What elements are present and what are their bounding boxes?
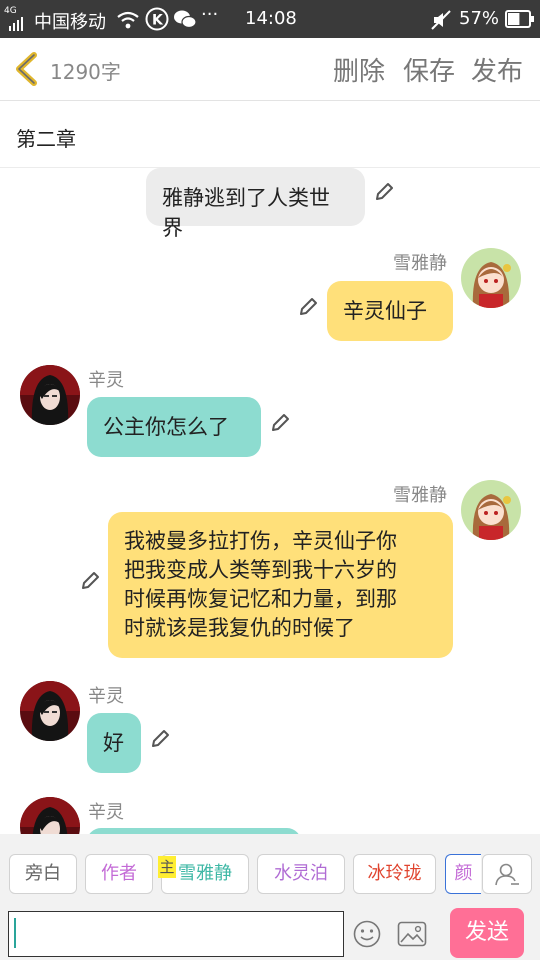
avatar[interactable] [20, 681, 80, 741]
image-icon[interactable] [397, 921, 427, 947]
wechat-icon [174, 10, 197, 29]
character-message-bubble[interactable]: 公主你怎么了 [87, 397, 261, 457]
chat-area[interactable]: 雅静逃到了人类世界 雪雅静 辛灵仙子 辛灵 公主你怎么了 雪雅静 我被曼多拉打伤… [0, 168, 540, 834]
text-caret [14, 918, 16, 948]
editor-header: 1290字 删除 保存 发布 [0, 38, 540, 101]
status-bar: 4G 中国移动 K ··· 14:08 57% [0, 0, 540, 38]
avatar[interactable] [20, 797, 80, 834]
avatar-girl-icon [461, 248, 521, 308]
k-app-icon: K [145, 7, 169, 31]
emoji-icon[interactable] [352, 919, 382, 949]
network-type: 4G [4, 6, 17, 16]
clock: 14:08 [245, 8, 297, 29]
wifi-icon [117, 11, 139, 29]
message-line: 时候再恢复记忆和力量，到那 [124, 587, 397, 611]
avatar[interactable] [20, 365, 80, 425]
user-message-bubble[interactable]: 辛灵仙子 [327, 281, 453, 341]
signal-icon [9, 17, 23, 31]
role-author[interactable]: 作者 [85, 854, 153, 894]
avatar[interactable] [461, 248, 521, 308]
avatar-dark-icon [20, 365, 80, 425]
save-button[interactable]: 保存 [403, 51, 455, 88]
character-message-bubble[interactable]: 好 [87, 713, 141, 773]
role-narrator[interactable]: 旁白 [9, 854, 77, 894]
chapter-title-row[interactable]: 第二章 [0, 101, 540, 168]
chapter-title[interactable]: 第二章 [16, 123, 76, 152]
edit-pencil-icon[interactable] [149, 728, 171, 750]
speaker-name: 辛灵 [88, 370, 124, 391]
add-role-button[interactable] [482, 854, 532, 894]
main-character-badge: 主 [158, 856, 176, 878]
svg-text:K: K [152, 13, 164, 29]
role-selector-bar: 旁白 作者 雪雅静 水灵泊 冰玲珑 颜 [0, 834, 540, 910]
publish-button[interactable]: 发布 [471, 51, 523, 88]
speaker-name: 雪雅静 [393, 253, 447, 274]
avatar-dark-icon [20, 797, 80, 834]
message-line: 把我变成人类等到我十六岁的 [124, 558, 397, 582]
more-notifications: ··· [201, 4, 219, 25]
user-message-bubble[interactable]: 我被曼多拉打伤，辛灵仙子你 把我变成人类等到我十六岁的 时候再恢复记忆和力量，到… [108, 512, 453, 658]
role-shui-lingbo[interactable]: 水灵泊 [257, 854, 345, 894]
carrier-name: 中国移动 [34, 12, 106, 33]
delete-button[interactable]: 删除 [333, 51, 385, 88]
speaker-name: 辛灵 [88, 686, 124, 707]
battery-percent: 57% [459, 8, 500, 29]
send-button[interactable]: 发送 [450, 908, 524, 958]
speaker-name: 辛灵 [88, 802, 124, 823]
message-text: 辛灵仙子 [343, 299, 427, 323]
message-line: 我被曼多拉打伤，辛灵仙子你 [124, 529, 397, 553]
message-text: 好 [103, 731, 124, 755]
edit-pencil-icon[interactable] [269, 412, 291, 434]
edit-pencil-icon[interactable] [373, 181, 395, 203]
message-line: 时就该是我复仇的时候了 [124, 616, 355, 640]
message-text: 雅静逃到了人类世界 [162, 186, 330, 240]
avatar[interactable] [461, 480, 521, 540]
mute-icon [431, 10, 451, 30]
speaker-name: 雪雅静 [393, 485, 447, 506]
word-count: 1290字 [50, 60, 121, 84]
person-add-icon [495, 863, 519, 886]
avatar-girl-icon [461, 480, 521, 540]
message-input[interactable] [8, 911, 344, 957]
message-text: 公主你怎么了 [103, 415, 229, 439]
edit-pencil-icon[interactable] [297, 296, 319, 318]
edit-pencil-icon[interactable] [79, 570, 101, 592]
narration-bubble[interactable]: 雅静逃到了人类世界 [146, 168, 365, 240]
battery-icon [505, 10, 534, 28]
back-arrow-icon[interactable] [12, 52, 42, 86]
avatar-dark-icon [20, 681, 80, 741]
role-bing-linglong[interactable]: 冰玲珑 [353, 854, 436, 894]
role-yan[interactable]: 颜 [445, 854, 481, 894]
